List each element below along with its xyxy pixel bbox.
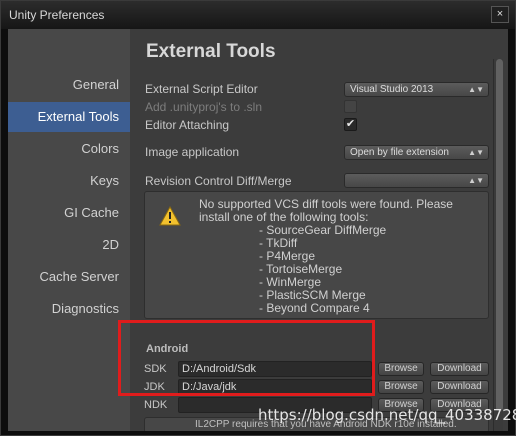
warning-icon <box>159 206 181 226</box>
script-editor-value: Visual Studio 2013 <box>350 84 434 95</box>
page-title: External Tools <box>146 41 276 62</box>
image-application-dropdown[interactable]: Open by file extension ▲▼ <box>344 145 489 160</box>
watermark-text: https://blog.csdn.net/qq_40338728 <box>258 406 516 424</box>
tool-item: - TortoiseMerge <box>259 262 343 276</box>
dropdown-arrows-icon: ▲▼ <box>468 176 484 185</box>
vertical-scrollbar[interactable] <box>493 59 503 431</box>
window-title: Unity Preferences <box>9 8 105 22</box>
sidebar-item-diagnostics[interactable]: Diagnostics <box>8 294 130 324</box>
annotation-highlight-box <box>118 320 375 396</box>
close-button[interactable]: × <box>491 6 509 23</box>
checkmark-icon: ✔ <box>345 118 356 130</box>
jdk-browse-button[interactable]: Browse <box>378 380 424 394</box>
sidebar-item-colors[interactable]: Colors <box>8 134 130 164</box>
tool-item: - Beyond Compare 4 <box>259 301 370 315</box>
sidebar-item-external-tools[interactable]: External Tools <box>8 102 130 132</box>
dropdown-arrows-icon: ▲▼ <box>468 85 484 94</box>
scrollbar-thumb[interactable] <box>496 59 503 411</box>
editor-attaching-label: Editor Attaching <box>145 118 230 132</box>
sidebar-item-cache-server[interactable]: Cache Server <box>8 262 130 292</box>
dropdown-arrows-icon: ▲▼ <box>468 148 484 157</box>
revision-control-label: Revision Control Diff/Merge <box>145 174 292 188</box>
sidebar-item-general[interactable]: General <box>8 70 130 100</box>
sdk-browse-button[interactable]: Browse <box>378 362 424 376</box>
title-bar[interactable]: Unity Preferences × <box>1 1 515 29</box>
image-application-value: Open by file extension <box>350 147 449 158</box>
ndk-label: NDK <box>144 399 168 411</box>
revision-control-dropdown[interactable]: ▲▼ <box>344 173 489 188</box>
help-message: No supported VCS diff tools were found. … <box>199 198 453 315</box>
add-unityproj-label: Add .unityproj's to .sln <box>145 100 263 114</box>
preferences-sidebar: General External Tools Colors Keys GI Ca… <box>8 29 130 431</box>
preferences-window: Unity Preferences × General External Too… <box>0 0 516 436</box>
script-editor-dropdown[interactable]: Visual Studio 2013 ▲▼ <box>344 82 489 97</box>
sidebar-item-2d[interactable]: 2D <box>8 230 130 260</box>
script-editor-label: External Script Editor <box>145 82 258 96</box>
tool-item: - SourceGear DiffMerge <box>259 223 387 237</box>
jdk-download-button[interactable]: Download <box>430 380 489 394</box>
sidebar-item-keys[interactable]: Keys <box>8 166 130 196</box>
sidebar-item-gi-cache[interactable]: GI Cache <box>8 198 130 228</box>
sdk-download-button[interactable]: Download <box>430 362 489 376</box>
image-application-label: Image application <box>145 145 240 159</box>
add-unityproj-checkbox[interactable] <box>344 100 357 113</box>
tool-item: - TkDiff <box>259 236 298 250</box>
vcs-help-box: No supported VCS diff tools were found. … <box>144 191 489 319</box>
editor-attaching-checkbox[interactable]: ✔ <box>344 118 357 131</box>
